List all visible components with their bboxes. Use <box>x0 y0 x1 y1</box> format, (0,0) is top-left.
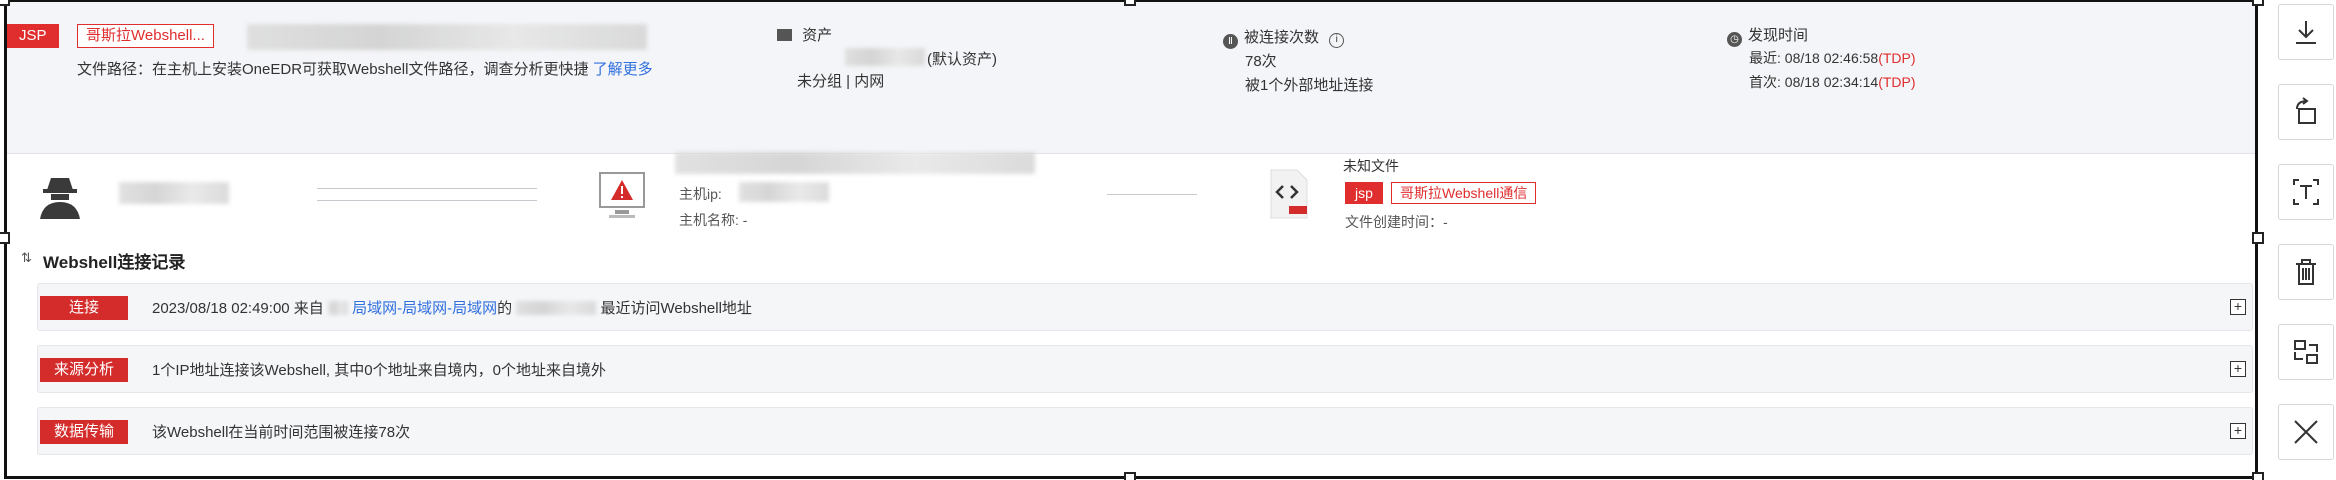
monitor-icon <box>777 29 792 41</box>
text-tool-button[interactable] <box>2278 164 2334 220</box>
arrow-host-to-file <box>1107 194 1197 195</box>
record-label: 连接 <box>40 296 128 320</box>
redacted-attacker-ip <box>119 182 229 204</box>
type-tag: JSP <box>7 24 59 48</box>
code-file-icon <box>1270 169 1308 219</box>
first-time: 首次: 08/18 02:34:14(TDP) <box>1749 74 1916 90</box>
file-type-label: 未知文件 <box>1343 158 1399 174</box>
file-type-tag: jsp <box>1345 182 1383 204</box>
resize-handle-tl[interactable] <box>0 0 10 6</box>
count-icon: Ⅱ <box>1223 34 1238 49</box>
record-content: 1个IP地址连接该Webshell, 其中0个地址来自境内，0个地址来自境外 <box>152 362 606 379</box>
file-family-tag[interactable]: 哥斯拉Webshell通信 <box>1391 182 1537 204</box>
connection-count-block: Ⅱ 被连接次数 i <box>1223 26 1345 49</box>
resize-handle-left[interactable] <box>0 232 10 244</box>
asset-label: 资产 <box>802 27 833 44</box>
screenshot-toolbar <box>2276 0 2336 480</box>
resize-handle-right[interactable] <box>2252 232 2264 244</box>
record-row-data-transfer[interactable]: 数据传输 该Webshell在当前时间范围被连接78次 + <box>37 407 2253 455</box>
asset-block: 资产 <box>777 24 832 45</box>
file-created-time: 文件创建时间：- <box>1345 214 1448 230</box>
host-name-label: 主机名称: - <box>679 212 748 228</box>
close-icon <box>2294 420 2318 444</box>
rotate-button[interactable] <box>2278 84 2334 140</box>
expand-icon[interactable]: + <box>2230 361 2246 377</box>
discovery-time-block: ◷ 发现时间 <box>1727 24 1808 47</box>
record-content: 2023/08/18 02:49:00 来自 局域网-局域网-局域网的 最近访问… <box>152 300 752 317</box>
latest-time: 最近: 08/18 02:46:58(TDP) <box>1749 50 1916 66</box>
download-button[interactable] <box>2278 4 2334 60</box>
asset-group: (默认资产) <box>927 51 997 68</box>
file-path-note: 文件路径：在主机上安装OneEDR可获取Webshell文件路径，调查分析更快捷… <box>77 61 653 78</box>
selection-frame: JSP 哥斯拉Webshell... 文件路径：在主机上安装OneEDR可获取W… <box>4 0 2258 479</box>
hacker-icon <box>40 178 80 219</box>
sort-icon: ⇅ <box>21 250 32 265</box>
trash-icon <box>2296 259 2316 285</box>
redacted-host-ip <box>739 182 829 202</box>
asset-sub: 未分组 | 内网 <box>797 73 885 90</box>
text-icon <box>2293 179 2319 205</box>
record-row-connection[interactable]: 连接 2023/08/18 02:49:00 来自 局域网-局域网-局域网的 最… <box>37 283 2253 331</box>
rotate-icon <box>2296 97 2316 124</box>
redacted-source <box>327 301 348 315</box>
host-ip-label: 主机ip: <box>679 186 722 202</box>
alert-summary-panel: JSP 哥斯拉Webshell... 文件路径：在主机上安装OneEDR可获取W… <box>7 2 2255 154</box>
redacted-address <box>516 301 597 315</box>
resize-handle-br[interactable] <box>2252 472 2264 480</box>
info-icon[interactable]: i <box>1329 33 1345 48</box>
swap-button[interactable] <box>2278 324 2334 380</box>
record-label: 数据传输 <box>40 420 128 444</box>
redacted-host-title <box>675 152 1035 174</box>
external-address-count: 被1个外部地址连接 <box>1245 77 1374 94</box>
delete-button[interactable] <box>2278 244 2334 300</box>
resize-handle-top[interactable] <box>1124 0 1136 6</box>
discovery-time-label: 发现时间 <box>1748 27 1809 44</box>
connection-count-label: 被连接次数 <box>1244 29 1320 46</box>
clock-icon: ◷ <box>1727 32 1742 47</box>
expand-icon[interactable]: + <box>2230 299 2246 315</box>
family-tag[interactable]: 哥斯拉Webshell... <box>77 24 214 48</box>
monitor-alert-icon <box>599 172 645 218</box>
redacted-title <box>247 24 647 50</box>
download-icon <box>2296 21 2316 44</box>
swap-icon <box>2294 340 2318 364</box>
connection-count: 78次 <box>1245 53 1277 70</box>
record-content: 该Webshell在当前时间范围被连接78次 <box>152 424 411 441</box>
section-title: Webshell连接记录 <box>43 253 186 272</box>
close-button[interactable] <box>2278 404 2334 460</box>
learn-more-link[interactable]: 了解更多 <box>593 61 653 78</box>
network-link[interactable]: 局域网-局域网-局域网 <box>352 300 497 317</box>
record-row-source-analysis[interactable]: 来源分析 1个IP地址连接该Webshell, 其中0个地址来自境内，0个地址来… <box>37 345 2253 393</box>
resize-handle-bottom[interactable] <box>1124 472 1136 480</box>
record-label: 来源分析 <box>40 358 128 382</box>
resize-handle-tr[interactable] <box>2252 0 2264 6</box>
expand-icon[interactable]: + <box>2230 423 2246 439</box>
redacted-asset-name <box>845 48 925 66</box>
